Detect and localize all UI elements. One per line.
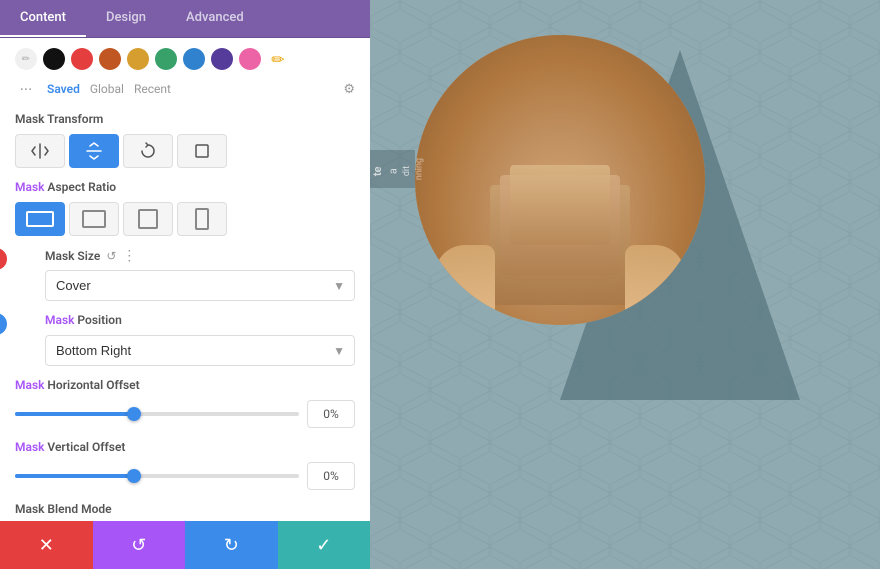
dark-orange-swatch[interactable] <box>99 48 121 70</box>
preview-area: te a dit nning <box>370 0 880 569</box>
mask-horizontal-offset-thumb[interactable] <box>127 407 141 421</box>
blue-swatch[interactable] <box>183 48 205 70</box>
mask-horizontal-offset-value: 0% <box>307 400 355 428</box>
left-text-strip: te a dit nning <box>370 150 415 188</box>
tab-bar: Content Design Advanced <box>0 0 370 38</box>
left-panel: Content Design Advanced ✏ ✏ ··· Saved Gl… <box>0 0 370 569</box>
saved-tab-global[interactable]: Global <box>90 82 124 96</box>
pink-swatch[interactable] <box>239 48 261 70</box>
tab-content[interactable]: Content <box>0 0 86 37</box>
black-swatch[interactable] <box>43 48 65 70</box>
mask-transform-label: Mask Transform <box>15 112 355 126</box>
aspect-ratio-tall-btn[interactable] <box>177 202 227 236</box>
mask-position-section: 2 Mask Position Top Left Top Center Top … <box>15 313 355 366</box>
mask-size-label: Mask Size <box>45 249 100 263</box>
flip-v-btn[interactable] <box>69 134 119 168</box>
mask-size-header: Mask Size ↺ ⋮ <box>45 248 355 264</box>
mask-transform-buttons <box>15 134 355 168</box>
saved-tabs-row: ··· Saved Global Recent ⚙ <box>15 78 355 100</box>
mask-blend-mode-section: Mask Blend Mode Normal Multiply Screen O… <box>15 502 355 521</box>
saved-tab-saved[interactable]: Saved <box>47 82 80 96</box>
step-2-badge: 2 <box>0 313 7 335</box>
aspect-ratio-med-btn[interactable] <box>69 202 119 236</box>
saved-tab-recent[interactable]: Recent <box>134 82 171 96</box>
aspect-ratio-wide-btn[interactable] <box>15 202 65 236</box>
yellow-swatch[interactable] <box>127 48 149 70</box>
pencil-icon[interactable]: ✏ <box>267 48 289 70</box>
redo-button[interactable]: ↻ <box>185 521 278 569</box>
color-row: ✏ ✏ <box>15 48 355 70</box>
mask-horizontal-offset-slider-row: 0% <box>15 400 355 428</box>
mask-size-select[interactable]: Cover Contain Auto 100% 100% <box>45 270 355 301</box>
mask-horizontal-offset-section: Mask Horizontal Offset 0% <box>15 378 355 428</box>
mask-horizontal-offset-label: Mask Horizontal Offset <box>15 378 355 392</box>
mask-blend-mode-label: Mask Blend Mode <box>15 502 355 516</box>
tab-design[interactable]: Design <box>86 0 166 37</box>
circle-image <box>415 35 705 325</box>
mask-position-select-wrap: Top Left Top Center Top Right Center Lef… <box>45 335 355 366</box>
dark-purple-swatch[interactable] <box>211 48 233 70</box>
more-dots[interactable]: ··· <box>15 78 37 100</box>
mask-size-select-wrap: Cover Contain Auto 100% 100% ▼ <box>45 270 355 301</box>
eraser-swatch[interactable]: ✏ <box>15 48 37 70</box>
mask-vertical-offset-value: 0% <box>307 462 355 490</box>
mask-position-select[interactable]: Top Left Top Center Top Right Center Lef… <box>45 335 355 366</box>
tab-advanced[interactable]: Advanced <box>166 0 264 37</box>
confirm-button[interactable]: ✓ <box>278 521 371 569</box>
mask-aspect-ratio-label: Mask Aspect Ratio <box>15 180 355 194</box>
mask-vertical-offset-label: Mask Vertical Offset <box>15 440 355 454</box>
mask-size-more-icon[interactable]: ⋮ <box>122 248 136 264</box>
step-1-badge: 1 <box>0 248 7 270</box>
aspect-ratio-square-btn[interactable] <box>123 202 173 236</box>
rotate-btn[interactable] <box>123 134 173 168</box>
red-swatch[interactable] <box>71 48 93 70</box>
mask-position-label: Mask Position <box>45 313 355 327</box>
mask-vertical-offset-section: Mask Vertical Offset 0% <box>15 440 355 490</box>
mask-size-section: 1 Mask Size ↺ ⋮ Cover Contain Auto 100% … <box>15 248 355 301</box>
reset-transform-btn[interactable] <box>177 134 227 168</box>
undo-button[interactable]: ↺ <box>93 521 186 569</box>
mask-vertical-offset-track[interactable] <box>15 474 299 478</box>
cancel-button[interactable]: ✕ <box>0 521 93 569</box>
mask-vertical-offset-thumb[interactable] <box>127 469 141 483</box>
panel-content: ✏ ✏ ··· Saved Global Recent ⚙ Mask Trans… <box>0 38 370 521</box>
bottom-toolbar: ✕ ↺ ↻ ✓ <box>0 521 370 569</box>
mask-horizontal-offset-track[interactable] <box>15 412 299 416</box>
settings-gear-icon[interactable]: ⚙ <box>343 82 355 97</box>
flip-h-btn[interactable] <box>15 134 65 168</box>
mask-aspect-ratio-buttons <box>15 202 355 236</box>
mask-size-reset-icon[interactable]: ↺ <box>106 249 116 263</box>
mask-vertical-offset-slider-row: 0% <box>15 462 355 490</box>
green-swatch[interactable] <box>155 48 177 70</box>
